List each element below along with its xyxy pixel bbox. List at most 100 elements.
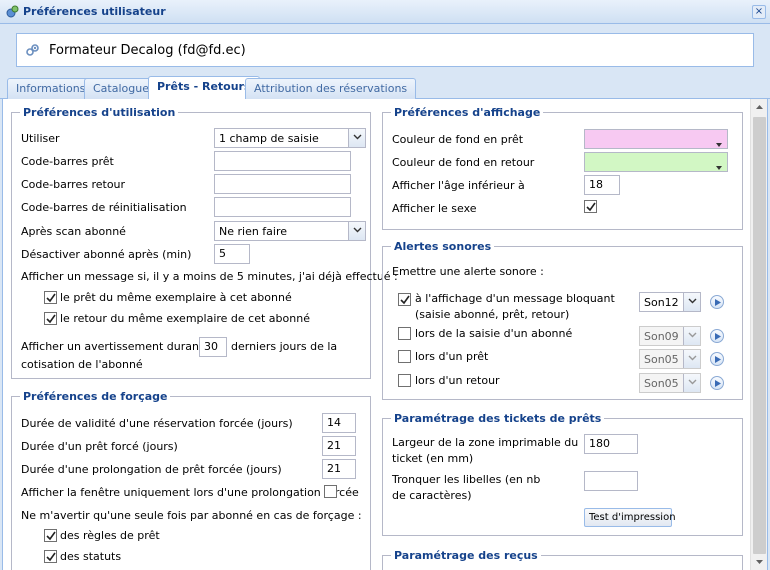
alerte-retour-label: lors d'un retour: [415, 374, 500, 387]
window-title: Préférences utilisateur: [23, 5, 166, 18]
alerte-abonne-sound-trigger[interactable]: [683, 327, 700, 345]
tab-prets-retours[interactable]: Prêts - Retours: [148, 76, 260, 100]
fieldset-alertes-legend: Alertes sonores: [391, 240, 495, 253]
fenetre-checkbox[interactable]: [324, 485, 337, 498]
utiliser-label: Utiliser: [21, 132, 60, 145]
alerte-bloquant-sound-trigger[interactable]: [683, 293, 700, 311]
sexe-checkbox[interactable]: [584, 200, 597, 213]
validite-input[interactable]: 14: [322, 413, 356, 433]
avert-days-input[interactable]: 30: [199, 337, 227, 357]
validite-label: Durée de validité d'une réservation forc…: [21, 417, 293, 430]
opt-pret-checkbox[interactable]: [44, 291, 57, 304]
largeur-input[interactable]: 180: [584, 434, 638, 454]
utiliser-dropdown-trigger[interactable]: [348, 129, 365, 147]
alertes-intro: Emettre une alerte sonore :: [392, 265, 544, 278]
cb-reinit-input[interactable]: [214, 197, 351, 217]
fenetre-label: Afficher la fenêtre uniquement lors d'un…: [21, 486, 359, 499]
alerte-bloquant-play-button[interactable]: [710, 295, 724, 309]
fond-retour-color-picker[interactable]: [584, 152, 728, 172]
fieldset-tickets-legend: Paramétrage des tickets de prêts: [391, 412, 605, 425]
alerte-pret-sound-trigger[interactable]: [683, 350, 700, 368]
regles-checkbox[interactable]: [44, 529, 57, 542]
message-label: Afficher un message si, il y a moins de …: [21, 270, 398, 283]
tab-attribution-reservations[interactable]: Attribution des réservations: [245, 78, 417, 99]
user-name: Formateur Decalog (fd@fd.ec): [49, 43, 246, 58]
desactiver-input[interactable]: 5: [214, 244, 250, 264]
alerte-retour-sound-select[interactable]: Son05: [639, 373, 701, 393]
arrow-up-icon: [756, 105, 763, 109]
alerte-bloquant-sound-value: Son12: [644, 296, 679, 309]
avertir-label: Ne m'avertir qu'une seule fois par abonn…: [21, 509, 362, 522]
window-titlebar: Préférences utilisateur ×: [0, 0, 770, 24]
play-icon: [715, 333, 721, 340]
fond-pret-color-picker[interactable]: [584, 129, 728, 149]
scroll-up-button[interactable]: [752, 100, 767, 115]
fieldset-usage: Préférences d'utilisation Utiliser 1 cha…: [11, 106, 398, 379]
close-button[interactable]: ×: [752, 5, 766, 19]
opt-retour-checkbox[interactable]: [44, 312, 57, 325]
play-icon: [715, 380, 721, 387]
test-impression-button[interactable]: Test d'impression: [584, 508, 676, 527]
scroll-down-button[interactable]: [752, 554, 767, 569]
alerte-bloquant-checkbox[interactable]: [398, 293, 411, 306]
tab-informations[interactable]: Informations: [7, 78, 95, 99]
apres-scan-label: Après scan abonné: [21, 225, 126, 238]
alerte-pret-checkbox[interactable]: [398, 350, 411, 363]
fieldset-usage-legend: Préférences d'utilisation: [20, 106, 179, 119]
alerte-retour-sound-trigger[interactable]: [683, 374, 700, 392]
utiliser-combo[interactable]: 1 champ de saisie: [214, 128, 366, 148]
pret-force-input[interactable]: 21: [322, 436, 356, 456]
fieldset-affichage-legend: Préférences d'affichage: [391, 106, 544, 119]
scroll-thumb[interactable]: [753, 117, 766, 554]
alerte-pret-play-button[interactable]: [710, 352, 724, 366]
check-icon: [586, 202, 596, 212]
tab-catalogue[interactable]: Catalogue: [84, 78, 158, 99]
fieldset-recus: Paramétrage des reçus: [382, 549, 743, 570]
fond-pret-label: Couleur de fond en prêt: [392, 133, 524, 146]
check-icon: [46, 314, 56, 324]
chevron-down-icon: [688, 298, 697, 304]
largeur-label: Largeur de la zone imprimable du ticket …: [392, 436, 579, 465]
user-header: Formateur Decalog (fd@fd.ec): [16, 33, 754, 67]
chevron-down-icon: [353, 134, 362, 140]
regles-label: des règles de prêt: [60, 529, 160, 542]
alerte-pret-sound-select[interactable]: Son05: [639, 349, 701, 369]
alerte-abonne-play-button[interactable]: [710, 329, 724, 343]
arrow-down-icon: [756, 560, 763, 564]
sexe-label: Afficher le sexe: [392, 202, 477, 215]
alerte-retour-play-button[interactable]: [710, 376, 724, 390]
alerte-bloquant-label: à l'affichage d'un message bloquant (sai…: [415, 292, 615, 321]
fieldset-alertes: Alertes sonores Emettre une alerte sonor…: [382, 240, 743, 400]
alerte-pret-label: lors d'un prêt: [415, 350, 489, 363]
fieldset-affichage: Préférences d'affichage Couleur de fond …: [382, 106, 743, 230]
vertical-scrollbar[interactable]: [750, 99, 767, 570]
statuts-checkbox[interactable]: [44, 550, 57, 563]
apres-scan-dropdown-trigger[interactable]: [348, 222, 365, 240]
alerte-bloquant-sound-select[interactable]: Son12: [639, 292, 701, 312]
alerte-abonne-sound-value: Son09: [644, 330, 679, 343]
chevron-down-icon: [353, 227, 362, 233]
fieldset-recus-legend: Paramétrage des reçus: [391, 549, 541, 562]
fieldset-tickets: Paramétrage des tickets de prêts Largeur…: [382, 412, 743, 536]
avert-label-a: Afficher un avertissement durant les: [21, 340, 223, 353]
opt-pret-label: le prêt du même exemplaire à cet abonné: [60, 291, 292, 304]
fond-retour-label: Couleur de fond en retour: [392, 156, 535, 169]
cb-retour-input[interactable]: [214, 174, 351, 194]
utiliser-value: 1 champ de saisie: [219, 132, 319, 145]
tronquer-label: Tronquer les libelles (en nb de caractèr…: [392, 473, 541, 502]
apres-scan-combo[interactable]: Ne rien faire: [214, 221, 366, 241]
cb-pret-input[interactable]: [214, 151, 351, 171]
alerte-retour-sound-value: Son05: [644, 377, 679, 390]
prolong-input[interactable]: 21: [322, 459, 356, 479]
alerte-abonne-checkbox[interactable]: [398, 327, 411, 340]
play-icon: [715, 299, 721, 306]
alerte-abonne-sound-select[interactable]: Son09: [639, 326, 701, 346]
alerte-pret-sound-value: Son05: [644, 353, 679, 366]
age-input[interactable]: 18: [584, 175, 620, 195]
check-icon: [46, 531, 56, 541]
tronquer-input[interactable]: [584, 471, 638, 491]
alerte-abonne-label: lors de la saisie d'un abonné: [415, 327, 573, 340]
alerte-retour-checkbox[interactable]: [398, 374, 411, 387]
apres-scan-value: Ne rien faire: [219, 225, 288, 238]
preferences-app-icon: [6, 5, 19, 18]
